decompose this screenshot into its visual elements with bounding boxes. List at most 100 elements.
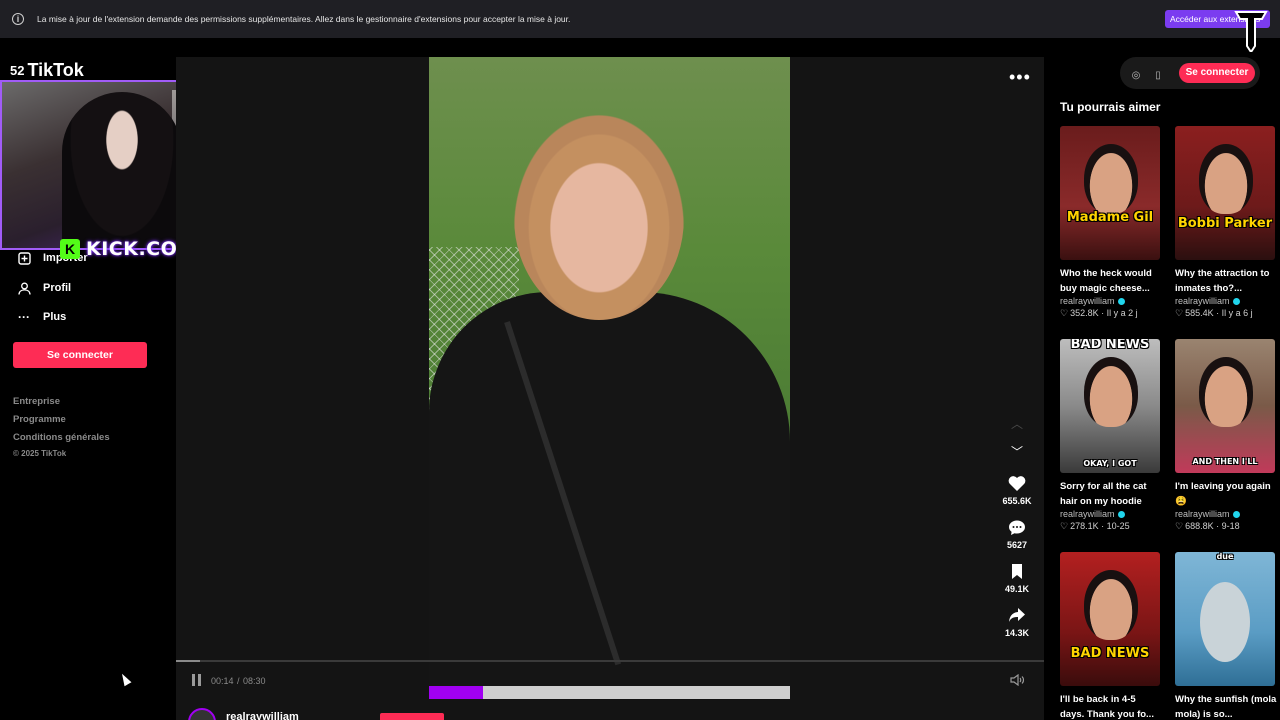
video-card[interactable]: BAD NEWS I'll be back in 4-5 days. Thank… [1060, 552, 1160, 720]
thumbnail-face [1084, 357, 1138, 427]
video-card[interactable]: Madame Gil Who the heck would buy magic … [1060, 126, 1160, 319]
share-button[interactable]: 14.3K [996, 607, 1038, 638]
more-dots-icon: ··· [18, 310, 30, 324]
verified-icon [1232, 298, 1240, 306]
time-separator: / [237, 676, 240, 686]
video-thumbnail[interactable]: AND THEN I'LL [1175, 339, 1275, 473]
logo-count: 52 [10, 63, 25, 78]
bookmark-icon [996, 563, 1038, 583]
video-thumbnail[interactable]: BAD NEWS OKAY, I GOT [1060, 339, 1160, 473]
video-card[interactable]: Bobbi Parker Why the attraction to inmat… [1175, 126, 1275, 319]
author-avatar[interactable] [188, 708, 216, 720]
video-frame[interactable] [429, 57, 790, 699]
author-label: realraywilliam [1175, 296, 1230, 306]
sidebar-login-button[interactable]: Se connecter [13, 342, 147, 368]
comment-button[interactable]: 5627 [996, 519, 1038, 550]
video-player: ••• ︿ ﹀ 655.6K 5627 49.1K 14.3K 00:14 / … [176, 57, 1044, 720]
video-author[interactable]: realraywilliam [1060, 509, 1160, 519]
volume-icon[interactable] [1010, 673, 1025, 689]
video-author[interactable]: realraywilliam [1175, 296, 1275, 306]
video-title[interactable]: I'll be back in 4-5 days. Thank you fo..… [1060, 692, 1162, 720]
like-count: 655.6K [1002, 496, 1032, 506]
copyright: © 2025 TikTok [13, 449, 67, 458]
thumbnail-face [1084, 144, 1138, 214]
video-title[interactable]: Why the attraction to inmates tho?... [1175, 266, 1277, 296]
video-seek-bar[interactable] [176, 660, 1044, 662]
thumbnail-text: AND THEN I'LL [1192, 457, 1258, 466]
webcam-streamer [62, 92, 182, 248]
bookmark-count: 49.1K [1004, 584, 1030, 594]
section-title: Tu pourrais aimer [1060, 100, 1161, 114]
kick-logo-icon: K [60, 239, 80, 259]
thumbnail-subtext: OKAY, I GOT [1083, 459, 1137, 468]
thumbnail-text: Bobbi Parker [1177, 216, 1273, 231]
share-icon [996, 607, 1038, 627]
video-meta: ♡ 585.4K · Il y a 6 j [1175, 308, 1253, 318]
thumbnail-text: BAD NEWS [1070, 646, 1150, 661]
video-card[interactable]: due Why the sunfish (mola mola) is so... [1175, 552, 1277, 720]
heart-outline-icon: ♡ [1175, 308, 1184, 318]
extension-brand-icon [1234, 11, 1268, 52]
heart-outline-icon: ♡ [1175, 521, 1184, 531]
pause-button[interactable] [192, 674, 204, 686]
comment-icon [996, 519, 1038, 539]
extension-infobar: i La mise à jour de l'extension demande … [0, 0, 1280, 52]
video-title[interactable]: Why the sunfish (mola mola) is so... [1175, 692, 1277, 720]
video-author[interactable]: realraywilliam [1175, 509, 1275, 519]
thumbnail-face [1199, 144, 1253, 214]
tiktok-logo[interactable]: 52 TikTok [10, 60, 84, 81]
verified-icon [1117, 298, 1125, 306]
video-thumbnail[interactable]: Madame Gil [1060, 126, 1160, 260]
post-date: Il y a 6 j [1221, 308, 1253, 318]
like-button[interactable]: 655.6K [996, 475, 1038, 506]
bookmark-button[interactable]: 49.1K [996, 563, 1038, 594]
thumbnail-text: due [1216, 552, 1234, 561]
sidebar-item-more[interactable]: ··· Plus [17, 310, 66, 324]
video-subject-face [514, 115, 684, 320]
video-meta: ♡ 688.8K · 9-18 [1175, 521, 1240, 531]
person-icon [17, 281, 31, 295]
video-thumbnail[interactable]: due [1175, 552, 1275, 686]
infobar-message: La mise à jour de l'extension demande de… [37, 14, 571, 24]
video-thumbnail[interactable]: BAD NEWS [1060, 552, 1160, 686]
footer-link-conditions[interactable]: Conditions générales [13, 432, 110, 443]
header-login-button[interactable]: Se connecter [1179, 63, 1255, 83]
follow-button[interactable] [380, 713, 444, 720]
phone-icon[interactable]: ▯ [1150, 68, 1166, 84]
thumbnail-text: Madame Gil [1066, 210, 1154, 225]
compass-icon[interactable]: ◎ [1128, 68, 1144, 84]
previous-video-icon[interactable]: ︿ [1011, 415, 1023, 432]
video-author[interactable]: realraywilliam [1060, 296, 1160, 306]
post-date: 10-25 [1106, 521, 1130, 531]
stream-progress-fill [429, 686, 484, 699]
stream-progress-bar [429, 686, 790, 699]
video-meta: ♡ 278.1K · 10-25 [1060, 521, 1130, 531]
sidebar-item-profile[interactable]: Profil [17, 281, 71, 295]
logo-text: TikTok [27, 60, 84, 80]
more-options-icon[interactable]: ••• [1009, 67, 1031, 88]
sidebar-item-label: Profil [43, 282, 72, 294]
video-card[interactable]: AND THEN I'LL I'm leaving you again 😩 re… [1175, 339, 1275, 532]
video-thumbnail[interactable]: Bobbi Parker [1175, 126, 1275, 260]
sidebar-item-label: Plus [43, 311, 67, 323]
like-count: 585.4K [1185, 308, 1214, 318]
plus-square-icon [17, 251, 31, 265]
thumbnail-face [1199, 357, 1253, 427]
video-title[interactable]: Sorry for all the cat hair on my hoodie [1060, 479, 1162, 509]
like-count: 352.8K [1070, 308, 1099, 318]
like-count: 688.8K [1185, 521, 1214, 531]
video-title[interactable]: I'm leaving you again 😩 [1175, 479, 1277, 509]
author-name[interactable]: realraywilliam [226, 711, 299, 720]
footer-link-programme[interactable]: Programme [13, 414, 66, 425]
comment-count: 5627 [1006, 540, 1028, 550]
post-date: 9-18 [1221, 521, 1240, 531]
thumbnail-face [1084, 570, 1138, 640]
author-label: realraywilliam [1175, 509, 1230, 519]
recommendations-panel: ◎ ▯ Se connecter Tu pourrais aimer Madam… [1044, 57, 1280, 720]
video-title[interactable]: Who the heck would buy magic cheese... [1060, 266, 1162, 296]
sunfish-shape [1200, 582, 1250, 662]
author-label: realraywilliam [1060, 509, 1115, 519]
next-video-icon[interactable]: ﹀ [1011, 443, 1023, 460]
footer-link-entreprise[interactable]: Entreprise [13, 396, 60, 407]
video-card[interactable]: BAD NEWS OKAY, I GOT Sorry for all the c… [1060, 339, 1160, 532]
